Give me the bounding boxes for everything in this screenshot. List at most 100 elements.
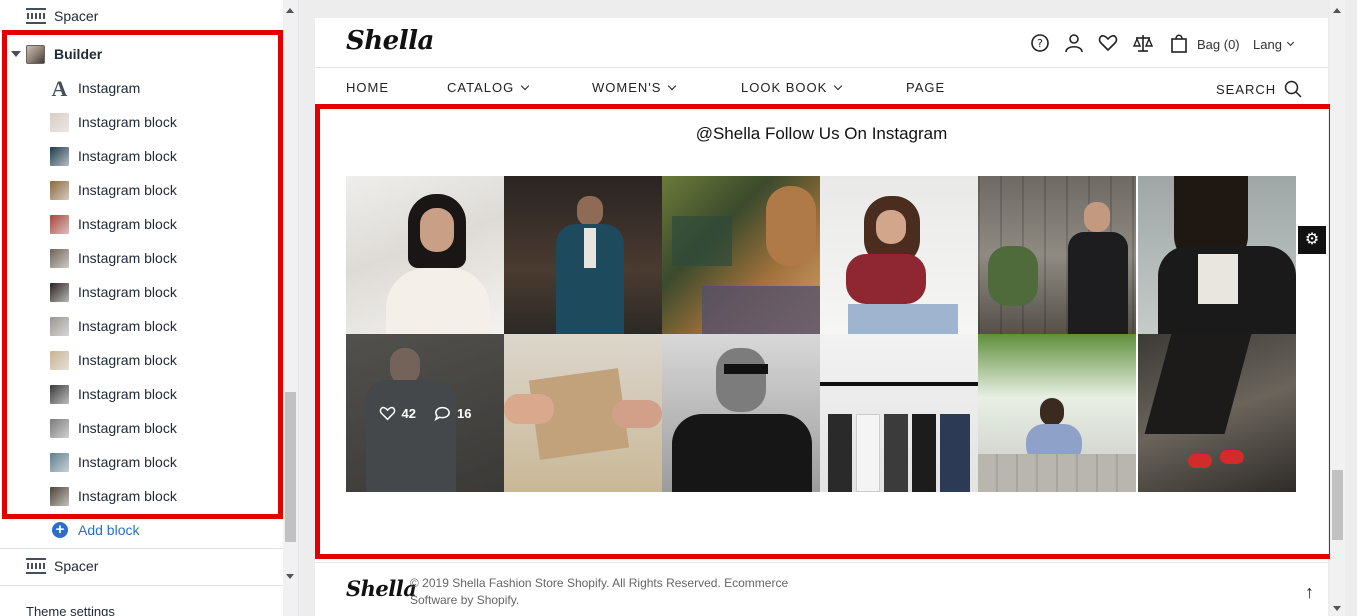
nav-label: PAGE — [906, 80, 946, 95]
nav-page[interactable]: PAGE — [906, 80, 945, 95]
nav-catalog[interactable]: CATALOG — [447, 80, 530, 95]
scroll-up-icon[interactable] — [286, 8, 294, 13]
block-label: Instagram block — [78, 250, 177, 266]
block-instagram-item[interactable]: Instagram block — [50, 445, 177, 479]
chevron-down-icon — [1286, 38, 1294, 47]
section-spacer-bottom[interactable]: Spacer — [26, 549, 98, 583]
section-builder[interactable]: Builder — [11, 37, 102, 71]
block-instagram[interactable]: A Instagram — [50, 71, 141, 105]
block-thumbnail — [50, 180, 69, 200]
add-block-label: Add block — [78, 522, 140, 538]
block-instagram-item[interactable]: Instagram block — [50, 207, 177, 241]
nav-label: LOOK BOOK — [741, 80, 828, 95]
bag-icon[interactable] — [1169, 33, 1189, 53]
block-instagram-item[interactable]: Instagram block — [50, 105, 177, 139]
nav-label: CATALOG — [447, 80, 515, 95]
section-spacer-top[interactable]: Spacer — [26, 0, 98, 32]
block-label: Instagram block — [78, 454, 177, 470]
heart-icon[interactable] — [1098, 33, 1118, 53]
scroll-down-icon[interactable] — [286, 574, 294, 579]
block-label: Instagram block — [78, 148, 177, 164]
instagram-photo[interactable] — [978, 176, 1136, 334]
nav-label: WOMEN'S — [592, 80, 662, 95]
chevron-down-icon — [834, 81, 843, 90]
block-label: Instagram block — [78, 216, 177, 232]
store-logo[interactable]: Shella — [346, 26, 434, 56]
block-thumbnail — [50, 418, 69, 438]
block-instagram-item[interactable]: Instagram block — [50, 241, 177, 275]
block-thumbnail — [50, 248, 69, 268]
add-block-button[interactable]: + Add block — [52, 513, 139, 547]
block-thumbnail — [50, 146, 69, 166]
comments-value: 16 — [457, 405, 472, 421]
instagram-section-title: @Shella Follow Us On Instagram — [695, 124, 948, 143]
nav-home[interactable]: HOME — [346, 80, 389, 95]
language-label: Lang — [1253, 37, 1282, 52]
settings-gear-icon[interactable]: ⚙ — [1298, 226, 1326, 254]
preview-scrollbar-thumb[interactable] — [1332, 470, 1343, 540]
block-instagram-item[interactable]: Instagram block — [50, 343, 177, 377]
instagram-photo[interactable] — [978, 334, 1136, 492]
block-thumbnail — [50, 384, 69, 404]
block-label: Instagram block — [78, 318, 177, 334]
block-label: Instagram block — [78, 488, 177, 504]
instagram-photo[interactable] — [662, 334, 820, 492]
help-icon[interactable]: ? — [1030, 33, 1050, 53]
spacer-icon — [26, 558, 46, 574]
scroll-up-icon[interactable] — [1333, 8, 1341, 13]
theme-settings-label: Theme settings — [26, 603, 115, 616]
language-selector[interactable]: Lang — [1253, 37, 1294, 52]
caret-down-icon[interactable] — [11, 51, 21, 57]
likes-value: 42 — [401, 405, 416, 421]
block-label: Instagram block — [78, 284, 177, 300]
compare-icon[interactable] — [1133, 33, 1153, 53]
instagram-photo[interactable] — [346, 176, 504, 334]
search-icon — [1284, 80, 1302, 98]
block-thumbnail — [50, 486, 69, 506]
back-to-top-icon[interactable]: ↑ — [1305, 582, 1314, 603]
bag-count[interactable]: Bag (0) — [1197, 37, 1240, 52]
likes-count: 42 — [379, 406, 416, 421]
builder-icon — [26, 44, 45, 64]
block-label: Instagram block — [78, 114, 177, 130]
sections-panel: Spacer Builder A Instagram Instagram blo… — [0, 0, 299, 616]
block-label: Instagram block — [78, 352, 177, 368]
theme-settings-link[interactable]: Theme settings — [26, 594, 115, 616]
instagram-photo[interactable] — [820, 334, 978, 492]
instagram-hover-overlay: 42 16 — [346, 334, 504, 492]
nav-label: HOME — [346, 80, 389, 95]
nav-look-book[interactable]: LOOK BOOK — [741, 80, 843, 95]
chevron-down-icon — [668, 81, 677, 90]
search-label: SEARCH — [1216, 81, 1277, 97]
footer-logo[interactable]: Shella — [346, 576, 417, 601]
instagram-photo[interactable] — [662, 176, 820, 334]
instagram-photo[interactable] — [504, 334, 662, 492]
comments-count: 16 — [434, 406, 471, 421]
copyright-text: © 2019 Shella Fashion Store Shopify. All… — [410, 576, 789, 607]
account-icon[interactable] — [1064, 33, 1084, 53]
section-label: Builder — [54, 46, 103, 62]
block-instagram-item[interactable]: Instagram block — [50, 139, 177, 173]
plus-circle-icon: + — [52, 522, 68, 538]
divider — [0, 585, 283, 586]
nav-womens[interactable]: WOMEN'S — [592, 80, 677, 95]
block-instagram-item[interactable]: Instagram block — [50, 411, 177, 445]
instagram-photo[interactable] — [1138, 176, 1296, 334]
instagram-photo[interactable] — [820, 176, 978, 334]
block-label: Instagram — [78, 80, 141, 96]
block-instagram-item[interactable]: Instagram block — [50, 309, 177, 343]
scrollbar-thumb[interactable] — [285, 392, 296, 542]
block-instagram-item[interactable]: Instagram block — [50, 275, 177, 309]
svg-text:?: ? — [1037, 37, 1043, 50]
block-instagram-item[interactable]: Instagram block — [50, 377, 177, 411]
instagram-photo-hovered[interactable]: 42 16 — [346, 334, 504, 492]
scroll-down-icon[interactable] — [1333, 606, 1341, 611]
instagram-photo[interactable] — [504, 176, 662, 334]
search-button[interactable]: SEARCH — [1216, 80, 1302, 98]
section-label: Spacer — [54, 8, 99, 24]
block-instagram-item[interactable]: Instagram block — [50, 173, 177, 207]
block-instagram-item[interactable]: Instagram block — [50, 479, 177, 513]
heart-icon — [379, 406, 395, 420]
comment-icon — [434, 406, 450, 421]
instagram-photo[interactable] — [1138, 334, 1296, 492]
